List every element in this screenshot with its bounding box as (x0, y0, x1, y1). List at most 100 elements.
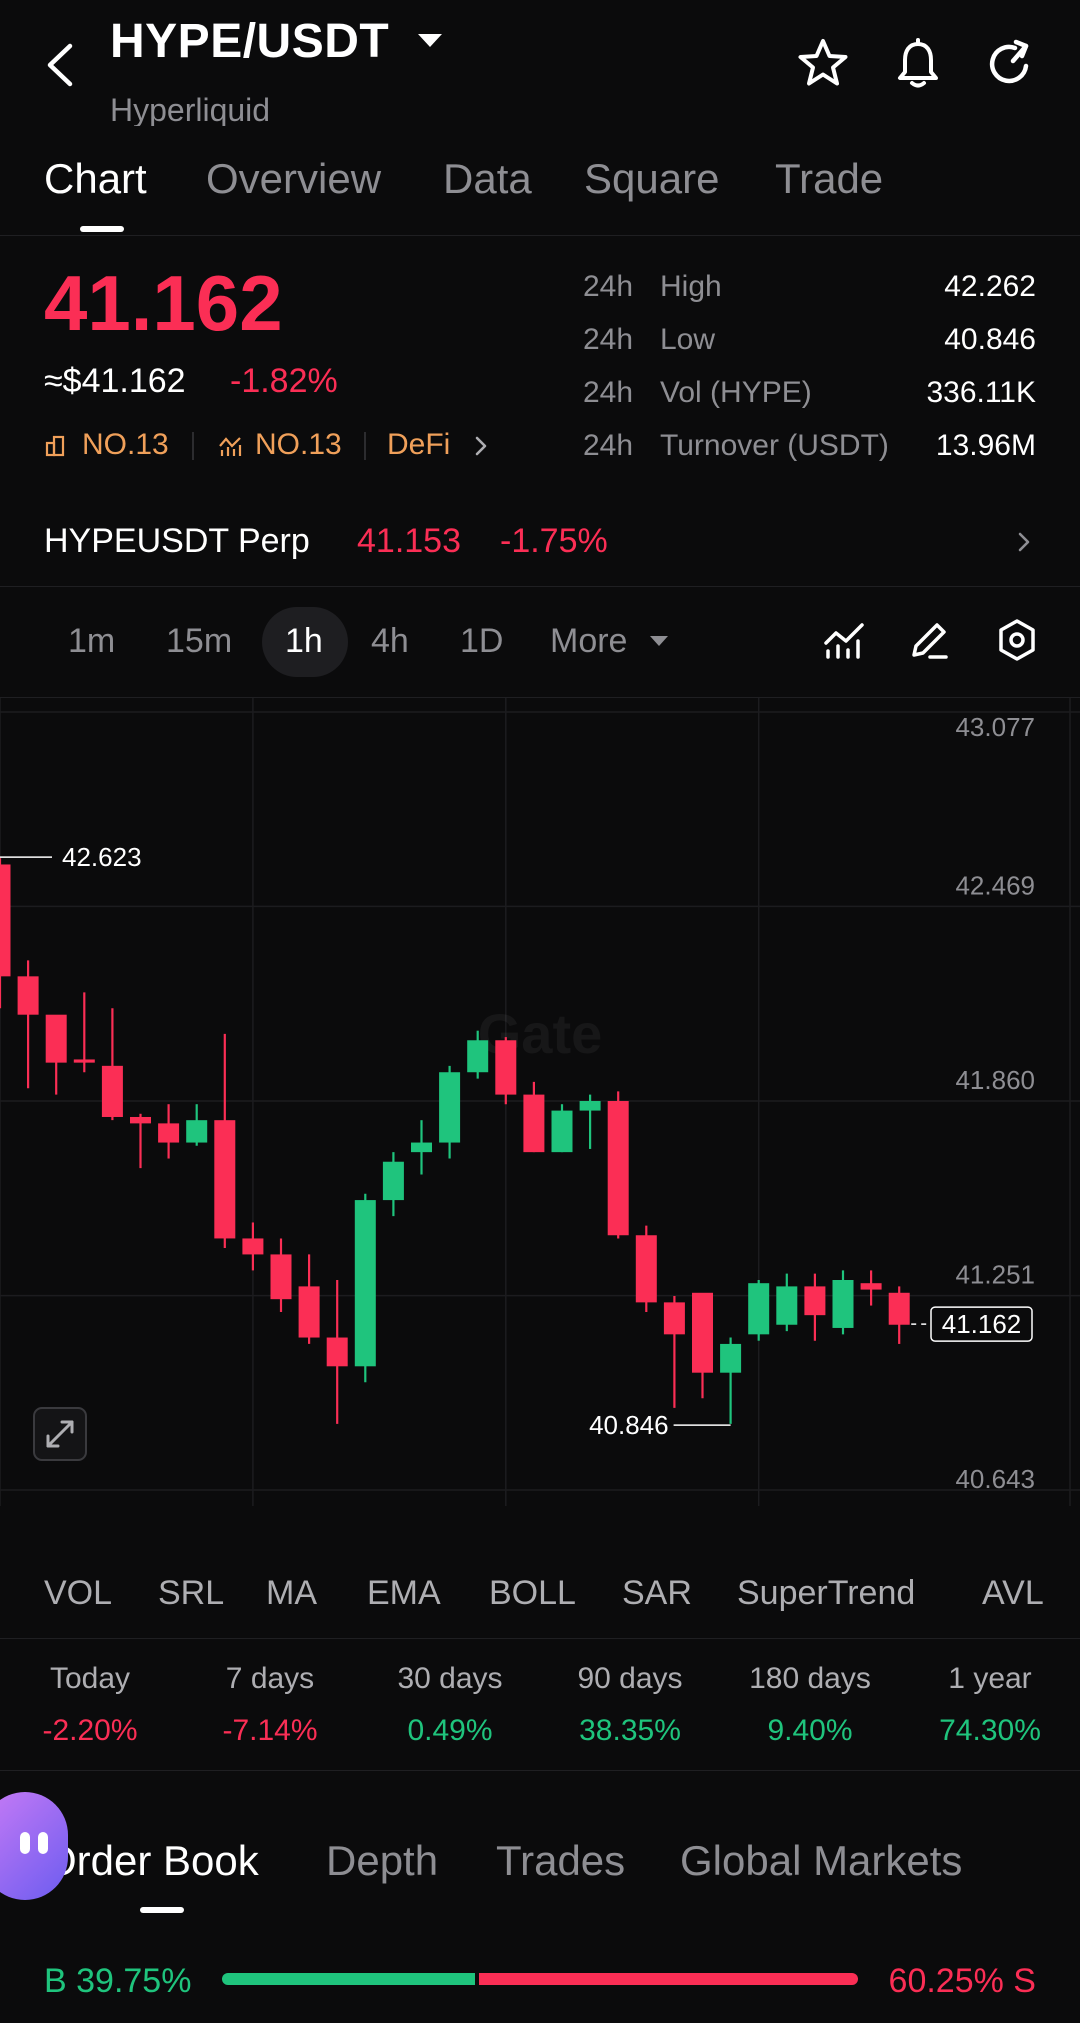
perf-value-today: -2.20% (42, 1714, 138, 1747)
candle-body (720, 1343, 742, 1373)
candle-body (692, 1292, 713, 1373)
expand-icon[interactable] (33, 1407, 87, 1461)
stat-value-turnover: 13.96M (935, 429, 1036, 462)
indicator-supertrend[interactable]: SuperTrend (737, 1574, 915, 1613)
candle-body (523, 1094, 545, 1153)
market-cap-rank[interactable]: NO.13 (82, 428, 169, 462)
bell-icon[interactable] (890, 36, 946, 92)
stat-period: 24h (583, 270, 634, 303)
candle-body (663, 1302, 685, 1335)
tab-global-markets[interactable]: Global Markets (680, 1837, 962, 1885)
candle-body (158, 1123, 180, 1143)
tab-chart[interactable]: Chart (44, 155, 147, 203)
tab-trades[interactable]: Trades (496, 1837, 625, 1885)
candle-body (607, 1101, 629, 1236)
candle-body (804, 1286, 826, 1316)
indicator-icon[interactable] (820, 615, 870, 665)
buy-ratio: B 39.75% (44, 1962, 192, 2000)
candle-body (214, 1120, 236, 1239)
candle-body (242, 1238, 264, 1255)
settings-icon[interactable] (992, 615, 1042, 665)
indicator-boll[interactable]: BOLL (489, 1574, 576, 1613)
indicator-avl[interactable]: AVL (982, 1574, 1080, 1613)
divider (192, 432, 194, 460)
stat-label-volume: Vol (HYPE) (660, 376, 812, 409)
perp-label[interactable]: HYPEUSDT Perp (44, 522, 310, 561)
chevron-right-icon[interactable] (470, 432, 492, 460)
perp-price: 41.153 (357, 522, 461, 560)
y-tick-label: 40.643 (955, 1464, 1035, 1494)
indicator-ma[interactable]: MA (266, 1574, 317, 1613)
candle-body (326, 1337, 348, 1367)
timeframe-1d[interactable]: 1D (460, 622, 503, 661)
timeframe-15m[interactable]: 15m (166, 622, 232, 661)
chevron-down-icon[interactable] (650, 636, 668, 646)
stat-label-turnover: Turnover (USDT) (660, 429, 889, 462)
draw-pen-icon[interactable] (904, 615, 954, 665)
tab-square[interactable]: Square (584, 155, 719, 203)
tab-overview[interactable]: Overview (206, 155, 381, 203)
candle-body (382, 1161, 404, 1201)
y-tick-label: 41.251 (955, 1260, 1035, 1290)
perf-value-1y: 74.30% (939, 1714, 1041, 1747)
tab-trade[interactable]: Trade (775, 155, 883, 203)
candle-body (579, 1101, 601, 1111)
timeframe-4h[interactable]: 4h (371, 622, 409, 661)
exchange-name: Hyperliquid (110, 92, 271, 126)
candle-body (130, 1116, 151, 1124)
perf-value-90d: 38.35% (579, 1714, 681, 1747)
back-icon[interactable] (40, 40, 80, 90)
candle-body (860, 1283, 882, 1290)
pair-dropdown-icon[interactable] (418, 34, 442, 47)
candlestick-chart[interactable]: Gate 43.07742.46941.86041.25140.643 05-1… (0, 698, 1080, 1506)
candle-body (186, 1120, 208, 1143)
refresh-icon[interactable] (982, 36, 1038, 92)
timeframe-1m[interactable]: 1m (68, 622, 115, 661)
sector-tag[interactable]: DeFi (387, 428, 450, 462)
y-tick-label: 42.469 (955, 870, 1035, 900)
pair-title[interactable]: HYPE/USDT (110, 14, 389, 69)
candle-body (298, 1286, 320, 1338)
y-tick-label: 43.077 (955, 712, 1035, 742)
buy-ratio-bar (222, 1973, 475, 1985)
volume-rank-icon (219, 437, 242, 456)
chart-annotations: 42.623 40.846 41.162 (0, 842, 1033, 1440)
candles (0, 858, 910, 1424)
stat-value-high: 42.262 (944, 270, 1036, 303)
candle-body (832, 1279, 854, 1328)
candle-body (888, 1292, 910, 1325)
chevron-right-icon[interactable] (1010, 528, 1038, 556)
candle-body (0, 864, 11, 977)
usd-price: ≈$41.162 (44, 362, 186, 400)
star-icon[interactable] (795, 36, 851, 92)
stat-label-high: High (660, 270, 722, 303)
tab-order-book[interactable]: Order Book (44, 1837, 259, 1885)
candle-body (776, 1286, 798, 1325)
market-cap-rank-icon (45, 435, 65, 457)
divider (0, 1770, 1080, 1771)
y-axis-labels: 43.077 42.469 41.860 41.251 40.643 (955, 712, 1035, 1494)
assistant-bot-icon[interactable] (0, 1792, 68, 1900)
candle-body (467, 1040, 489, 1073)
divider (364, 432, 366, 460)
perf-label-1y: 1 year (948, 1662, 1032, 1695)
candle-body (354, 1200, 376, 1367)
perf-value-7d: -7.14% (222, 1714, 318, 1747)
indicator-vol[interactable]: VOL (44, 1574, 112, 1613)
volume-rank[interactable]: NO.13 (255, 428, 342, 462)
indicator-srl[interactable]: SRL (158, 1574, 224, 1613)
stat-value-low: 40.846 (944, 323, 1036, 356)
tab-data[interactable]: Data (443, 155, 532, 203)
candle-body (748, 1283, 770, 1335)
divider (0, 235, 1080, 236)
perf-label-90d: 90 days (577, 1662, 683, 1695)
timeframe-more[interactable]: More (550, 622, 627, 661)
low-marker-label: 40.846 (589, 1410, 669, 1440)
tab-depth[interactable]: Depth (326, 1837, 438, 1885)
stat-period: 24h (583, 376, 634, 409)
indicator-sar[interactable]: SAR (622, 1574, 692, 1613)
timeframe-1h[interactable]: 1h (285, 622, 323, 661)
candle-body (635, 1235, 657, 1303)
indicator-ema[interactable]: EMA (367, 1574, 441, 1613)
price-change: -1.82% (230, 362, 338, 400)
